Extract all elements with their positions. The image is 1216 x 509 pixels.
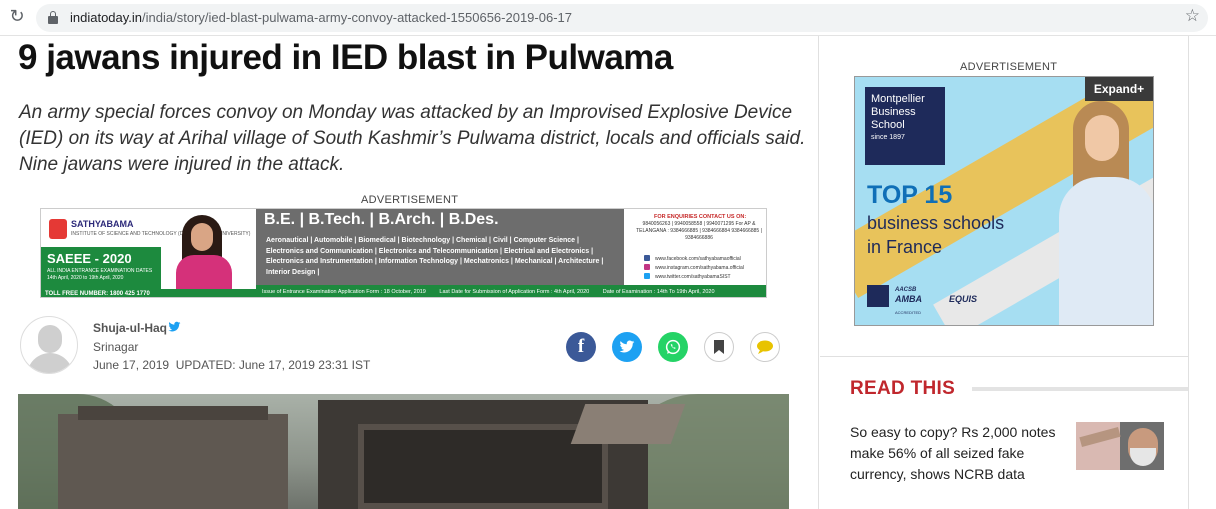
bookmark-icon[interactable]: [704, 332, 734, 362]
courses-list: Aeronautical | Automobile | Biomedical |…: [266, 237, 604, 276]
banner-contact: FOR ENQUIRIES CONTACT US ON: 9840056263 …: [624, 209, 766, 285]
school-line1: Montpellier: [871, 93, 925, 105]
headline: 9 jawans injured in IED blast in Pulwama: [18, 38, 673, 77]
twitter-icon[interactable]: [612, 332, 642, 362]
strip-item: Date of Examination : 14th To 19th April…: [602, 289, 715, 295]
school-line3: School: [871, 119, 905, 131]
twitter-link: www.twitter.com/sathyabamaSIST: [655, 274, 731, 280]
heading-rule: [972, 387, 1188, 391]
tollfree-number: TOLL FREE NUMBER: 1800 425 1770: [41, 289, 256, 297]
read-this-heading: READ THIS: [850, 378, 956, 399]
expand-button[interactable]: Expand+: [1085, 77, 1153, 101]
section-divider: [820, 356, 1188, 357]
ad-tagline1: business schools: [867, 213, 1005, 233]
lock-icon[interactable]: [48, 11, 58, 24]
date-updated: UPDATED: June 17, 2019 23:31 IST: [175, 358, 371, 372]
instagram-link: www.instagram.com/sathyabama.official: [655, 265, 744, 271]
school-line2: Business: [871, 106, 916, 118]
banner-courses: B.E. | B.Tech. | B.Arch. | B.Des. Aerona…: [256, 209, 624, 285]
article-summary: An army special forces convoy on Monday …: [19, 102, 806, 175]
star-icon[interactable]: ☆: [1185, 6, 1200, 26]
verified-icon: [168, 321, 181, 332]
comment-icon[interactable]: [750, 332, 780, 362]
student-photo: [166, 215, 246, 289]
exam-line1: ALL INDIA ENTRANCE EXAMINATION DATES: [47, 268, 153, 274]
contact-social: www.facebook.com/sathyabamaofficial www.…: [644, 255, 744, 282]
accred-equis: EQUIS: [949, 294, 978, 304]
ad-label: ADVERTISEMENT: [361, 194, 459, 206]
whatsapp-icon[interactable]: [658, 332, 688, 362]
column-divider: [818, 36, 819, 509]
ad-headline: TOP 15: [867, 181, 953, 209]
facebook-icon[interactable]: f: [566, 332, 596, 362]
exam-title: SAEEE - 2020: [47, 251, 132, 266]
strip-item: Issue of Entrance Examination Applicatio…: [262, 289, 426, 295]
publish-date: June 17, 2019 UPDATED: June 17, 2019 23:…: [93, 358, 370, 372]
mbs-side-ad[interactable]: Montpellier Business School since 1897 E…: [854, 76, 1154, 326]
column-edge: [1188, 36, 1189, 509]
school-since: since 1897: [871, 134, 905, 141]
ad-woman-photo: [1055, 101, 1153, 325]
date-published: June 17, 2019: [93, 358, 170, 372]
strip-item: Last Date for Submission of Application …: [439, 289, 590, 295]
sathyabama-logo: SATHYABAMA INSTITUTE OF SCIENCE AND TECH…: [47, 215, 250, 245]
reload-icon[interactable]: ↻: [6, 6, 28, 28]
accred-aacsb: AACSB: [895, 287, 917, 293]
url-text[interactable]: indiatoday.in/india/story/ied-blast-pulw…: [70, 10, 572, 25]
related-story-thumbnail[interactable]: [1076, 422, 1164, 470]
author-name[interactable]: Shuja-ul-Haq: [93, 321, 167, 335]
accred-amba: AMBA: [895, 294, 922, 304]
logo-emblem-icon: [49, 219, 67, 239]
sathyabama-banner-ad[interactable]: SATHYABAMA INSTITUTE OF SCIENCE AND TECH…: [40, 208, 767, 298]
degrees: B.E. | B.Tech. | B.Arch. | B.Des.: [264, 211, 499, 228]
twitter-small-icon: [644, 273, 650, 279]
aacsb-logo: [867, 285, 889, 307]
exam-line2: 14th April, 2020 to 19th April, 2020: [47, 275, 124, 281]
ad-tagline2: in France: [867, 237, 943, 257]
facebook-small-icon: [644, 255, 650, 261]
brand-name: SATHYABAMA: [71, 219, 134, 229]
avatar[interactable]: [20, 316, 78, 374]
accred-note: ACCREDITED: [895, 310, 922, 315]
contact-numbers: 9840056263 | 9940058558 | 9940071295 For…: [636, 221, 762, 241]
article-photo: [18, 394, 789, 509]
address-bar: ↻ indiatoday.in/india/story/ied-blast-pu…: [0, 0, 1216, 36]
accreditations: AACSB AMBA EQUIS ACCREDITED: [865, 283, 1015, 317]
url-field[interactable]: indiatoday.in/india/story/ied-blast-pulw…: [36, 4, 1208, 32]
author-location: Srinagar: [93, 340, 139, 354]
related-story-link[interactable]: So easy to copy? Rs 2,000 notes make 56%…: [850, 422, 1060, 485]
ad-label: ADVERTISEMENT: [960, 61, 1058, 73]
banner-left: SATHYABAMA INSTITUTE OF SCIENCE AND TECH…: [41, 209, 256, 297]
facebook-link: www.facebook.com/sathyabamaofficial: [655, 256, 741, 262]
instagram-small-icon: [644, 264, 650, 270]
contact-title: FOR ENQUIRIES CONTACT US ON:: [654, 214, 747, 220]
mbs-logo: Montpellier Business School since 1897: [865, 87, 945, 165]
banner-dates-strip: Issue of Entrance Examination Applicatio…: [256, 285, 766, 297]
